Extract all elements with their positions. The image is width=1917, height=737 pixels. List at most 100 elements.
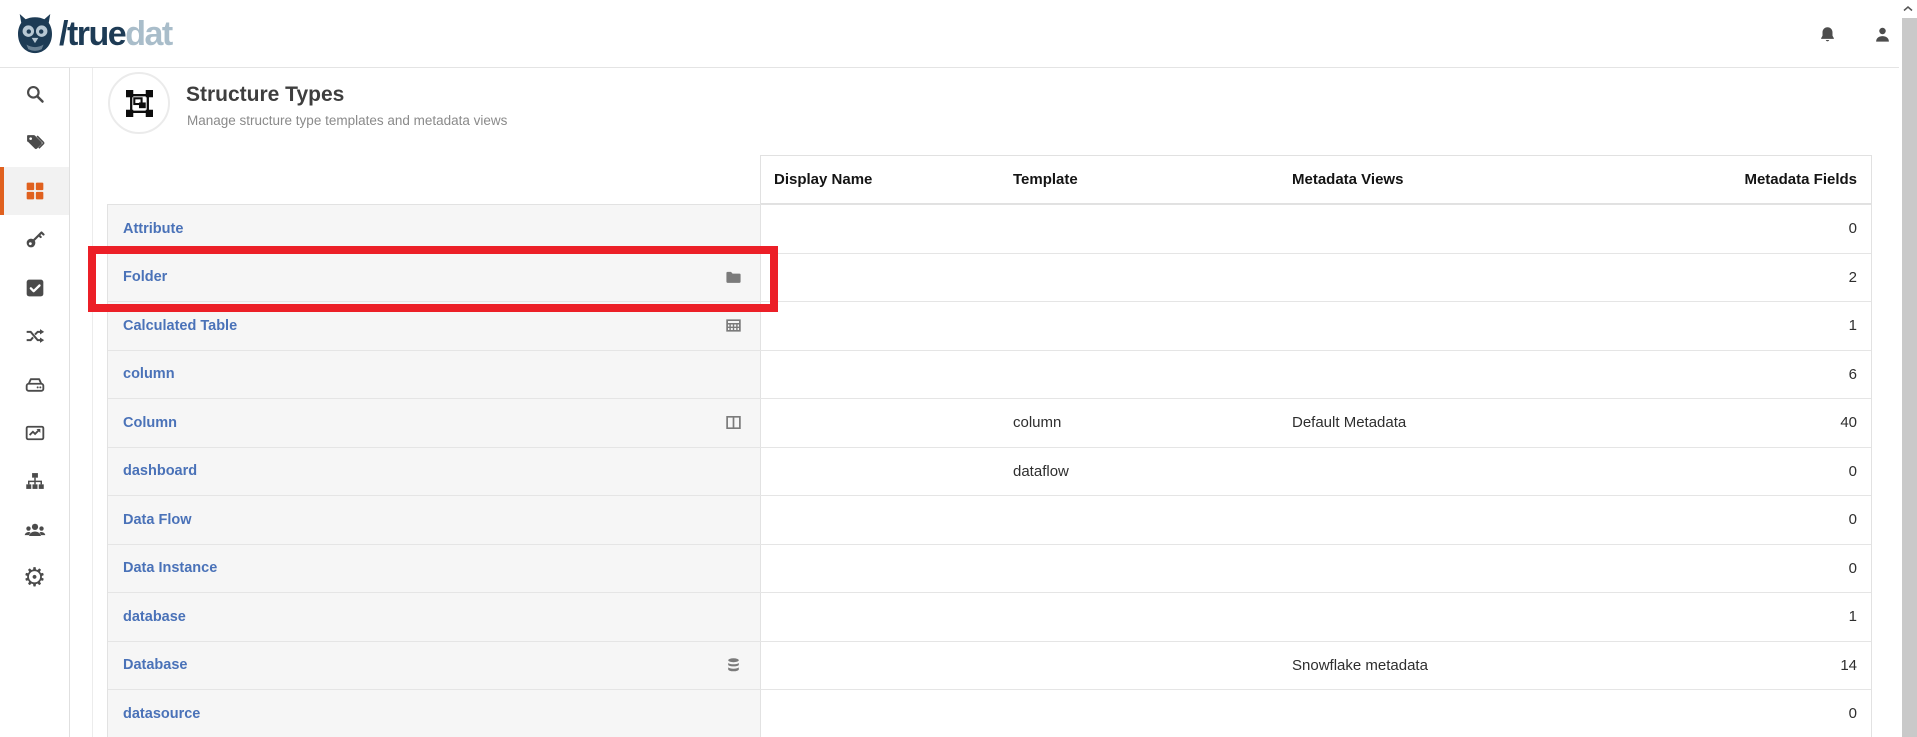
truedat-logo[interactable]: /truedat [14,10,172,58]
structure-type-link[interactable]: Attribute [123,221,183,237]
structure-type-link[interactable]: dashboard [123,463,197,479]
template-cell [1000,351,1279,399]
template-cell [1000,496,1279,544]
structure-type-name-cell: database [108,593,761,641]
chevron-up-icon [1902,3,1914,15]
bell-icon [1818,25,1837,44]
page-subtitle: Manage structure type templates and meta… [187,113,507,128]
template-cell [1000,642,1279,690]
topbar-actions [1818,0,1892,68]
structure-type-name-cell: datasource [108,690,761,737]
sidebar-item-grid[interactable] [0,167,69,215]
grid-icon [25,181,45,201]
structure-type-link[interactable]: Column [123,415,177,431]
structure-types-table: Attribute 0 Folder 2 Calculated Table 1 column… [107,204,1872,737]
metadata-views-cell: Default Metadata [1279,399,1558,447]
hard-drive-icon [25,375,45,395]
logo-text-primary: /true [59,15,125,53]
sidebar-item-search[interactable] [0,70,69,118]
metadata-fields-cell: 0 [1558,205,1871,253]
folder-icon [725,269,742,286]
gear-icon: ⚙ [23,565,46,591]
table-row: datasource 0 [108,690,1871,737]
sidebar-item-check-square[interactable] [0,264,69,312]
metadata-views-cell [1279,545,1558,593]
page-header-badge [108,72,170,134]
sidebar-item-chart-line[interactable] [0,409,69,457]
metadata-views-cell [1279,205,1558,253]
table-row: database 1 [108,593,1871,642]
structure-type-link[interactable]: Database [123,657,187,673]
metadata-views-cell [1279,351,1558,399]
display-name-cell [761,302,1000,350]
user-menu-button[interactable] [1873,25,1892,44]
template-cell [1000,302,1279,350]
sidebar-item-key[interactable] [0,215,69,263]
structure-type-name-cell: Folder [108,254,761,302]
user-icon [1873,25,1892,44]
metadata-views-cell [1279,593,1558,641]
display-name-cell [761,205,1000,253]
display-name-cell [761,399,1000,447]
sitemap-icon [25,471,45,491]
structure-type-link[interactable]: Folder [123,269,167,285]
topbar: /truedat [0,0,1917,68]
template-cell: column [1000,399,1279,447]
sidebar-item-users[interactable] [0,506,69,554]
table-row: Data Instance0 [108,545,1871,594]
scrollbar-up-button[interactable] [1899,0,1917,17]
object-group-icon [126,90,153,117]
metadata-views-cell [1279,302,1558,350]
structure-type-link[interactable]: datasource [123,706,200,722]
notifications-button[interactable] [1818,25,1837,44]
owl-logo-icon [14,12,56,56]
check-square-icon [25,278,45,298]
table-row: dashboarddataflow0 [108,448,1871,497]
logo-text-secondary: dat [125,15,172,53]
metadata-fields-cell: 1 [1558,302,1871,350]
column-header-metadata-views: Metadata Views [1279,171,1558,188]
metadata-fields-cell: 14 [1558,642,1871,690]
page-scrollbar [1899,0,1917,737]
structure-type-link[interactable]: database [123,609,186,625]
template-cell [1000,593,1279,641]
column-header-metadata-fields: Metadata Fields [1558,171,1871,188]
structure-type-name-cell: column [108,351,761,399]
sidebar-item-shuffle[interactable] [0,312,69,360]
chart-line-icon [25,423,45,443]
table-row: Database Snowflake metadata14 [108,642,1871,691]
sidebar-item-gear[interactable]: ⚙ [0,554,69,602]
structure-type-name-cell: dashboard [108,448,761,496]
sidebar-item-sitemap[interactable] [0,457,69,505]
scrollbar-thumb[interactable] [1902,18,1917,737]
structure-type-link[interactable]: Calculated Table [123,318,237,334]
columns-icon [725,414,742,431]
structure-type-link[interactable]: Data Instance [123,560,217,576]
structure-type-link[interactable]: column [123,366,175,382]
sidebar: ⚙ [0,68,70,737]
structure-type-link[interactable]: Data Flow [123,512,191,528]
users-icon [24,519,46,541]
metadata-fields-cell: 2 [1558,254,1871,302]
metadata-views-cell: Snowflake metadata [1279,642,1558,690]
table-header-row: Display Name Template Metadata Views Met… [760,155,1872,204]
shuffle-icon [25,326,45,346]
sidebar-item-hard-drive[interactable] [0,360,69,408]
template-cell: dataflow [1000,448,1279,496]
display-name-cell [761,593,1000,641]
structure-type-name-cell: Data Flow [108,496,761,544]
metadata-fields-cell: 0 [1558,496,1871,544]
sidebar-item-tags[interactable] [0,118,69,166]
structure-type-name-cell: Data Instance [108,545,761,593]
display-name-cell [761,642,1000,690]
structure-type-name-cell: Database [108,642,761,690]
metadata-fields-cell: 0 [1558,690,1871,737]
metadata-views-cell [1279,254,1558,302]
display-name-cell [761,254,1000,302]
metadata-fields-cell: 1 [1558,593,1871,641]
metadata-fields-cell: 40 [1558,399,1871,447]
template-cell [1000,254,1279,302]
column-header-template: Template [1000,171,1279,188]
database-icon [725,657,742,674]
display-name-cell [761,690,1000,737]
